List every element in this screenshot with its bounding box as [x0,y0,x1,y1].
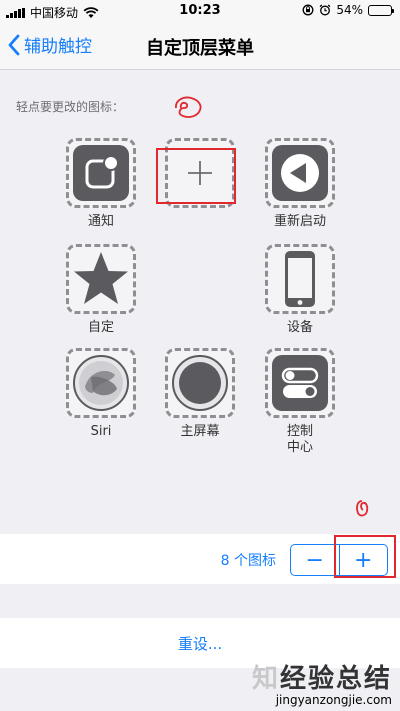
slot-label: 控制 中心 [265,424,335,456]
alarm-icon [319,4,331,16]
siri-icon [73,355,129,411]
slot-restart[interactable]: 重新启动 [265,138,335,230]
slot-custom[interactable]: 自定 [66,244,136,336]
status-bar: 中国移动 10:23 54% [0,0,400,22]
battery-icon [368,4,394,16]
decrement-button[interactable]: − [291,545,340,575]
slot-control-center[interactable]: 控制 中心 [265,348,335,456]
slot-label-line1: 控制 [286,424,313,439]
battery-percent: 54% [336,3,363,17]
slot-notification[interactable]: 通知 [66,138,136,230]
annotation-scribble-icon [175,96,202,118]
slot-label: 主屏幕 [180,424,220,439]
star-icon [74,252,128,304]
watermark-url: jingyanzongjie.com [275,693,392,707]
slot-frame [265,138,335,208]
slot-label: 自定 [87,320,114,335]
orientation-lock-icon [302,4,314,16]
page-title: 自定顶层菜单 [146,38,254,59]
slot-frame [66,138,136,208]
notification-icon [73,145,129,201]
restart-icon [272,145,328,201]
slot-label-line2: 中心 [286,440,313,455]
watermark-brand: 知经验总结 [252,658,392,695]
watermark-brand-a: 知 [251,664,280,694]
slot-frame [165,348,235,418]
slot-label: 设备 [286,320,313,335]
slot-device[interactable]: 设备 [265,244,335,336]
home-button-icon [172,355,228,411]
status-right: 54% [302,3,394,17]
annotation-scribble-icon [356,500,369,517]
watermark-brand-b: 经验总结 [279,664,392,694]
device-icon [285,251,315,307]
annotation-box-add-slot [156,148,236,204]
section-label: 轻点要更改的图标： [16,100,125,114]
slot-frame [66,348,136,418]
reset-label: 重设... [177,634,223,653]
control-center-icon [272,355,328,411]
slot-frame [66,244,136,314]
slot-label: 重新启动 [273,214,326,229]
slot-siri[interactable]: Siri [66,348,136,440]
navigation-bar: 辅助触控 自定顶层菜单 [0,22,400,70]
slot-home[interactable]: 主屏幕 [165,348,235,440]
slot-frame [265,244,335,314]
slot-frame [265,348,335,418]
watermark: 知经验总结 jingyanzongjie.com [252,658,392,707]
annotation-box-increment [334,535,396,578]
slot-label: 通知 [87,214,114,229]
icon-count-label: 8 个图标 [220,553,276,569]
slot-label: Siri [90,424,112,439]
